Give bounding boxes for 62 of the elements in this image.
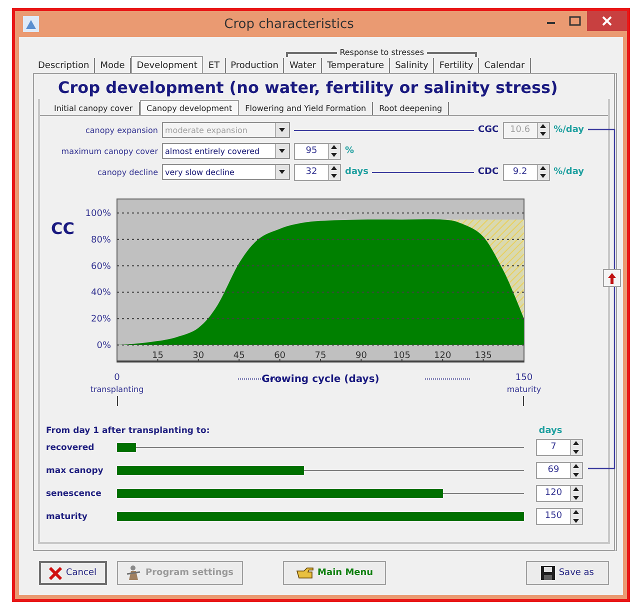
axis-tick-label: 150 xyxy=(515,373,533,383)
row-label: max canopy xyxy=(46,466,104,476)
axis-caption: transplanting xyxy=(90,385,144,394)
spin-field[interactable]: 9.2 xyxy=(502,164,550,180)
field-label: canopy decline xyxy=(96,168,158,176)
group-label: Response to stresses xyxy=(338,48,425,56)
arrow-up-icon xyxy=(608,272,616,284)
dropdown[interactable]: very slow decline xyxy=(162,164,290,180)
spin-field[interactable]: 95 xyxy=(294,142,341,160)
tab[interactable]: Development xyxy=(130,56,204,73)
axis-tick-label: 120 xyxy=(434,351,452,361)
coefficient-label: CDC xyxy=(478,167,499,177)
axis-tick-label: 100% xyxy=(85,209,111,219)
row-label: maturity xyxy=(46,512,88,522)
cross-icon xyxy=(49,566,62,580)
column-header: days xyxy=(538,426,564,436)
axis-tick-label: 75 xyxy=(314,351,326,361)
tab[interactable]: Root deepening xyxy=(373,102,450,115)
field-label: maximum canopy cover xyxy=(60,146,158,156)
axis-title: Growing cycle (days) xyxy=(262,374,380,385)
axis-tick-label: 80% xyxy=(90,235,111,246)
dropdown[interactable]: almost entirely covered xyxy=(162,143,290,159)
section-title: From day 1 after transplanting to: xyxy=(46,426,210,436)
tab[interactable]: Flowering and Yield Formation xyxy=(239,102,374,115)
axis-tick-label: 45 xyxy=(233,351,245,361)
axis-tick-label: 30 xyxy=(192,351,204,361)
axis-tick-label: 60% xyxy=(90,262,111,272)
arrow-up-button[interactable] xyxy=(603,269,621,287)
unit-label: days xyxy=(345,167,368,177)
axis-tick-label: 90 xyxy=(355,351,367,361)
cancel-button[interactable]: Cancel xyxy=(39,561,106,585)
unit-label: %/day xyxy=(554,125,584,135)
axis-tick-label: 0% xyxy=(96,341,111,351)
row-label: senescence xyxy=(46,488,102,498)
unit-label: % xyxy=(345,146,354,156)
spin-field[interactable]: 69 xyxy=(536,462,583,479)
tab[interactable]: Canopy development xyxy=(140,100,240,115)
axis-tick-label: 20% xyxy=(90,314,111,325)
close-icon xyxy=(602,16,612,26)
spin-field[interactable]: 7 xyxy=(536,439,583,456)
spin-field[interactable]: 150 xyxy=(536,508,583,525)
axis-tick-label: 15 xyxy=(152,351,164,361)
axis-tick-label: 0 xyxy=(114,373,120,383)
row-label: recovered xyxy=(46,442,96,452)
axis-caption: maturity xyxy=(506,385,542,394)
axis-title: CC xyxy=(51,219,74,238)
coefficient-label: CGC xyxy=(478,125,499,135)
app-icon xyxy=(23,16,39,32)
axis-tick-label: 60 xyxy=(274,351,286,361)
menu-button[interactable]: Main Menu xyxy=(282,561,386,585)
field-label: canopy expansion xyxy=(84,126,158,134)
close-button[interactable] xyxy=(587,11,627,31)
window-title: Crop characteristics xyxy=(223,16,355,32)
figure-icon xyxy=(126,565,142,581)
page-heading: Crop development (no water, fertility or salinity stress) xyxy=(57,78,558,99)
spin-field[interactable]: 32 xyxy=(294,164,341,180)
save-button[interactable]: Save as xyxy=(526,561,609,585)
axis-tick-label: 135 xyxy=(474,351,492,361)
axis-tick-label: 40% xyxy=(90,288,111,298)
spin-field[interactable]: 120 xyxy=(536,485,583,502)
axis-tick-label: 105 xyxy=(393,351,410,361)
unit-label: %/day xyxy=(554,167,584,177)
